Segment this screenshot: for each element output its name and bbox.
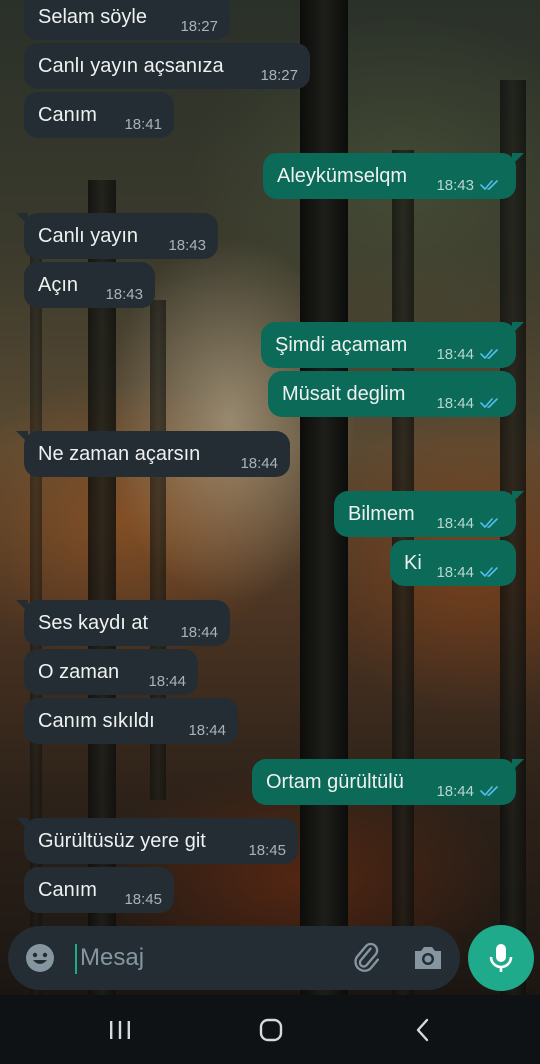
message-composer [8,926,460,990]
message-time: 18:44 [436,564,474,581]
recent-apps-icon[interactable] [105,1015,135,1045]
message-incoming[interactable]: Gürültüsüz yere git 18:45 [16,818,298,864]
message-text: Canım [38,879,97,901]
message-outgoing[interactable]: Müsait deglim 18:44 [268,371,516,417]
microphone-icon [489,944,513,972]
message-time: 18:44 [148,673,186,690]
message-incoming[interactable]: Canım 18:41 [24,92,174,138]
message-incoming[interactable]: Ses kaydı at 18:44 [16,600,230,646]
message-time: 18:41 [124,116,162,133]
text-caret [75,944,77,974]
double-check-icon [480,567,498,577]
message-time: 18:43 [168,237,206,254]
message-text: Ne zaman açarsın [38,443,201,465]
message-text: Canlı yayın açsanıza [38,55,224,77]
message-time: 18:44 [436,783,474,800]
message-time: 18:45 [124,891,162,908]
voice-record-button[interactable] [468,925,534,991]
double-check-icon [480,349,498,359]
double-check-icon [480,518,498,528]
message-incoming[interactable]: Ne zaman açarsın 18:44 [16,431,290,477]
message-outgoing[interactable]: Şimdi açamam 18:44 [261,322,524,368]
home-icon[interactable] [256,1015,286,1045]
message-time: 18:44 [240,455,278,472]
message-incoming[interactable]: Canım sıkıldı 18:44 [24,698,238,744]
message-input[interactable] [80,940,330,976]
message-text: Aleykümselqm [277,165,408,187]
message-time: 18:43 [436,177,474,194]
message-time: 18:44 [436,515,474,532]
message-time: 18:44 [436,395,474,412]
message-outgoing[interactable]: Aleykümselqm 18:43 [263,153,524,199]
message-text: O zaman [38,661,120,683]
message-time: 18:45 [248,842,286,859]
message-outgoing[interactable]: Ortam gürültülü 18:44 [252,759,524,805]
message-text: Selam söyle [38,6,147,28]
message-time: 18:44 [180,624,218,641]
message-text: Bilmem [348,503,415,525]
double-check-icon [480,398,498,408]
message-outgoing[interactable]: Bilmem 18:44 [334,491,524,537]
message-time: 18:44 [436,346,474,363]
message-text: Canlı yayın [38,225,139,247]
message-incoming[interactable]: O zaman 18:44 [24,649,198,695]
message-incoming[interactable]: Açın 18:43 [24,262,155,308]
paperclip-icon[interactable] [348,940,384,976]
message-text: Müsait deglim [282,383,406,405]
message-incoming[interactable]: Canlı yayın açsanıza 18:27 [24,43,310,89]
message-text: Canım sıkıldı [38,710,155,732]
system-navigation-bar [0,995,540,1064]
message-text: Ki [404,552,422,574]
message-incoming[interactable]: Canlı yayın 18:43 [16,213,218,259]
message-time: 18:27 [180,18,218,35]
message-text: Şimdi açamam [275,334,408,356]
message-outgoing[interactable]: Ki 18:44 [390,540,516,586]
message-incoming[interactable]: Canım 18:45 [24,867,174,913]
message-time: 18:44 [188,722,226,739]
double-check-icon [480,786,498,796]
double-check-icon [480,180,498,190]
message-text: Gürültüsüz yere git [38,830,206,852]
message-incoming[interactable]: Selam söyle 18:27 [24,0,230,40]
message-text: Açın [38,274,79,296]
message-text: Canım [38,104,97,126]
message-time: 18:27 [260,67,298,84]
emoji-icon[interactable] [24,942,56,974]
back-icon[interactable] [408,1015,438,1045]
message-text: Ses kaydı at [38,612,149,634]
wallpaper-tree [500,80,526,995]
message-time: 18:43 [105,286,143,303]
camera-icon[interactable] [410,940,446,976]
message-text: Ortam gürültülü [266,771,404,793]
